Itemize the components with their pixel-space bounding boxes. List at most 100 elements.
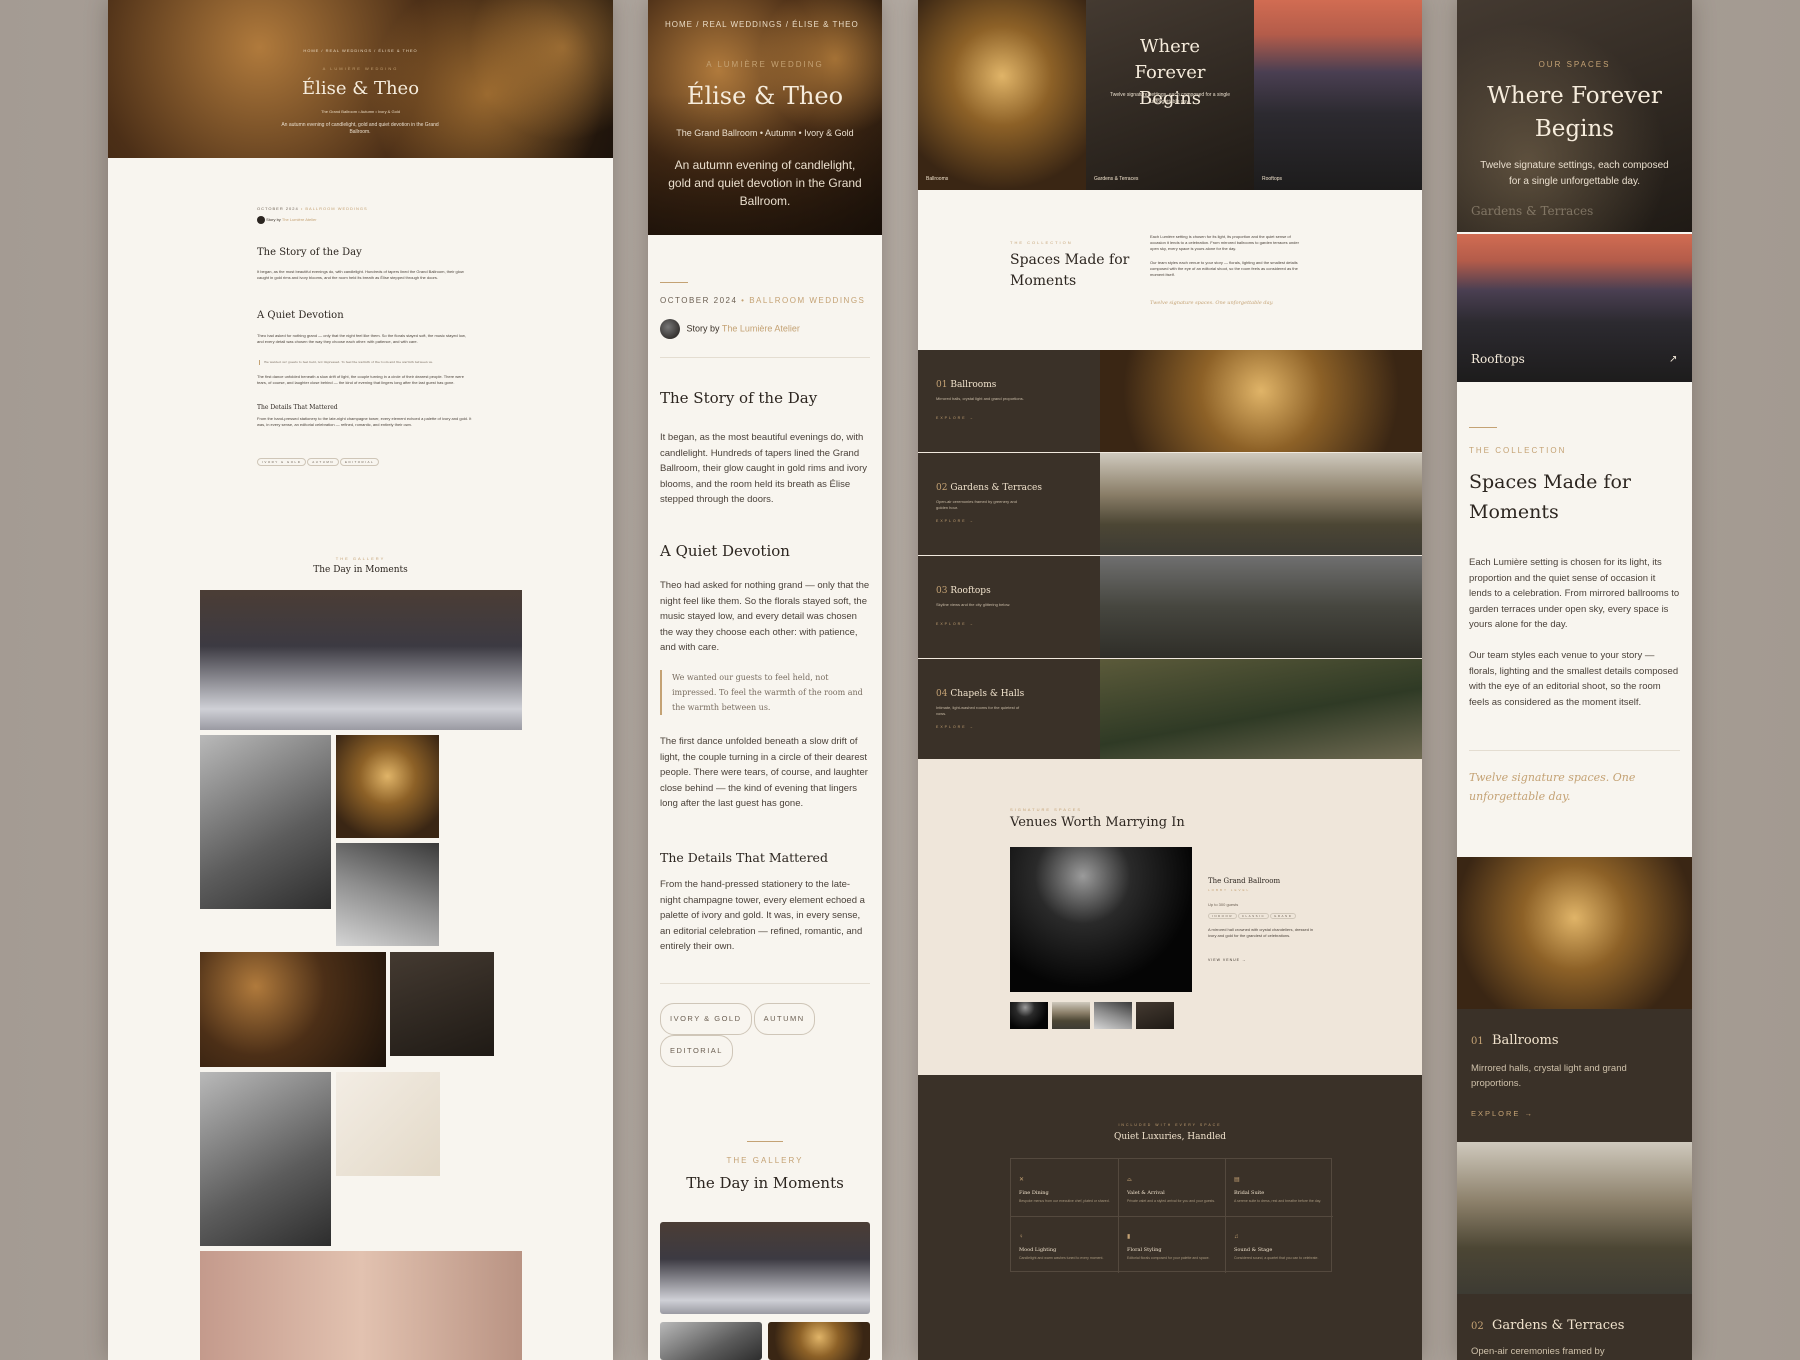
tag[interactable]: GRAND (1270, 913, 1297, 919)
gallery-photo[interactable] (336, 1072, 440, 1176)
quiet-paragraph: Theo had asked for nothing grand — only … (257, 333, 466, 344)
venue-row[interactable]: 01 Ballrooms Mirrored halls, crystal lig… (918, 350, 1422, 452)
gallery-photo[interactable] (336, 843, 439, 946)
tag[interactable]: AUTUMN (753, 1003, 815, 1035)
row-desc: Open-air ceremonies framed by (1471, 1346, 1605, 1357)
tag[interactable]: CLASSIC (1237, 913, 1270, 919)
venues-eyebrow: SIGNATURE SPACES (1010, 807, 1083, 812)
row-desc: Open-air ceremonies framed by greenery a… (936, 499, 1017, 510)
hero-tile-rooftops[interactable]: Rooftops (1254, 0, 1422, 190)
lux-title: Quiet Luxuries, Handled (1113, 1132, 1227, 1142)
story-heading: The Story of the Day (257, 247, 362, 258)
lux-grid: ✕ Fine Dining Bespoke menus from our exe… (1010, 1158, 1333, 1273)
collection-text: Our team styles each venue to your story… (1150, 260, 1298, 277)
lux-item: ▮ Floral Styling Editorial florals compo… (1127, 1234, 1210, 1260)
explore-link[interactable]: EXPLORE → (936, 519, 975, 523)
gallery-title: The Day in Moments (313, 565, 408, 575)
tag[interactable]: EDITORIAL (660, 1035, 733, 1067)
row-title: Rooftops (950, 586, 991, 596)
breadcrumb[interactable]: HOME / REAL WEDDINGS / ÉLISE & THEO (665, 20, 859, 29)
gallery-photo[interactable] (660, 1322, 762, 1360)
hero-intro: An autumn evening of candlelight, gold a… (281, 122, 439, 135)
gardens-card[interactable]: 02 Gardens & Terraces Open-air ceremonie… (1457, 1294, 1692, 1360)
gallery-photo[interactable] (336, 735, 439, 838)
tag[interactable]: IVORY & GOLD (257, 458, 307, 466)
row-image (1100, 659, 1422, 759)
venue-row[interactable]: 03 Rooftops Skyline views and the city g… (918, 556, 1422, 658)
hero-meta: The Grand Ballroom • Autumn • Ivory & Go… (676, 128, 854, 138)
collection-text: Each Lumière setting is chosen for its l… (1469, 557, 1680, 630)
ballrooms-image[interactable] (1457, 857, 1692, 1009)
row-desc: Mirrored halls, crystal light and grand … (936, 396, 1024, 401)
collection-eyebrow: THE COLLECTION (1010, 240, 1073, 245)
venue-thumb[interactable] (1010, 1002, 1048, 1029)
lux-item: ♀ Mood Lighting Candlelight and warm was… (1019, 1234, 1104, 1260)
venue-thumb[interactable] (1052, 1002, 1090, 1029)
row-desc: Skyline views and the city glittering be… (936, 602, 1011, 607)
car-icon: ⌓ (1127, 1177, 1132, 1183)
hero-image: OUR SPACES Where Forever Begins Twelve s… (1457, 0, 1692, 232)
gallery-photo[interactable] (200, 952, 386, 1067)
hero-eyebrow: A LUMIÈRE WEDDING (322, 66, 399, 71)
dance-paragraph: The first dance unfolded beneath a slow … (257, 374, 464, 385)
floral-icon: ▮ (1127, 1234, 1131, 1240)
author-link[interactable]: The Lumière Atelier (282, 217, 317, 222)
gallery-photo[interactable] (200, 1072, 331, 1246)
view-venue-link[interactable]: VIEW VENUE → (1208, 958, 1246, 962)
gallery-photo[interactable] (200, 590, 522, 730)
dining-icon: ✕ (1019, 1177, 1025, 1183)
collection-quote: Twelve signature spaces. One unforgettab… (1150, 300, 1274, 306)
collection-section: THE COLLECTION Spaces Made for Moments E… (918, 190, 1422, 350)
venue-main-image[interactable] (1010, 847, 1192, 992)
collection-title: Spaces Made for Moments (1010, 252, 1130, 289)
venue-thumb[interactable] (1136, 1002, 1174, 1029)
gallery-photo[interactable] (660, 1222, 870, 1314)
tile-label: Rooftops (1262, 176, 1283, 182)
tile-label: Gardens & Terraces (1471, 204, 1594, 218)
tag[interactable]: AUTUMN (307, 458, 340, 466)
explore-link[interactable]: EXPLORE → (1471, 1109, 1534, 1118)
explore-link[interactable]: EXPLORE → (936, 416, 975, 420)
post-meta: OCTOBER 2024 • BALLROOM WEDDINGS (257, 206, 368, 211)
dance-paragraph: The first dance unfolded beneath a slow … (660, 736, 868, 809)
avatar (257, 216, 265, 224)
explore-link[interactable]: EXPLORE → (936, 622, 975, 626)
author-link[interactable]: The Lumière Atelier (722, 323, 800, 333)
hero-tile-ballrooms[interactable]: Ballrooms (918, 0, 1086, 190)
hero-subtitle: Twelve signature settings, each composed… (1480, 160, 1669, 187)
gallery-photo[interactable] (200, 1251, 522, 1360)
explore-link[interactable]: EXPLORE → (936, 725, 975, 729)
music-icon: ♫ (1234, 1234, 1239, 1240)
venue-capacity: Up to 300 guests (1208, 902, 1239, 907)
tag[interactable]: EDITORIAL (339, 458, 380, 466)
row-title: Ballrooms (1492, 1033, 1559, 1048)
venue-name: The Grand Ballroom (1208, 877, 1281, 885)
gallery-photo[interactable] (390, 952, 494, 1056)
gallery-photo[interactable] (768, 1322, 870, 1360)
tile-label: Ballrooms (926, 176, 949, 182)
lux-eyebrow: INCLUDED WITH EVERY SPACE (1118, 1123, 1222, 1127)
venue-tags: INDOOR CLASSIC GRAND (1208, 913, 1297, 919)
venues-mobile-panel: OUR SPACES Where Forever Begins Twelve s… (1457, 0, 1692, 1360)
ballrooms-card[interactable]: 01 Ballrooms Mirrored halls, crystal lig… (1457, 1009, 1692, 1142)
collection-text: Our team styles each venue to your story… (1469, 650, 1679, 708)
venue-row[interactable]: 04 Chapels & Halls Intimate, light-washe… (918, 659, 1422, 759)
breadcrumb[interactable]: HOME / REAL WEDDINGS / ÉLISE & THEO (108, 48, 613, 53)
venue-thumb[interactable] (1094, 1002, 1132, 1029)
rooftops-tile[interactable]: Rooftops ↗ (1457, 234, 1692, 382)
row-title: Gardens & Terraces (1492, 1318, 1625, 1333)
tag[interactable]: IVORY & GOLD (660, 1003, 752, 1035)
gardens-image[interactable] (1457, 1142, 1692, 1294)
venue-row[interactable]: 02 Gardens & Terraces Open-air ceremonie… (918, 453, 1422, 555)
venues-title: Venues Worth Marrying In (1010, 815, 1185, 830)
gallery-photo[interactable] (200, 735, 331, 909)
article-desktop-panel: HOME / REAL WEDDINGS / ÉLISE & THEO A LU… (108, 0, 613, 1360)
tag[interactable]: INDOOR (1208, 913, 1237, 919)
row-image (1100, 350, 1422, 452)
lux-item: ♫ Sound & Stage Considered sound, a quar… (1234, 1234, 1319, 1260)
hero-eyebrow: A LUMIÈRE WEDDING (706, 60, 824, 69)
details-heading: The Details That Mattered (660, 850, 828, 865)
lux-item: ▤ Bridal Suite A serene suite to dress, … (1234, 1177, 1322, 1203)
venues-section: SIGNATURE SPACES Venues Worth Marrying I… (918, 759, 1422, 1075)
gallery-eyebrow: THE GALLERY (335, 556, 386, 561)
